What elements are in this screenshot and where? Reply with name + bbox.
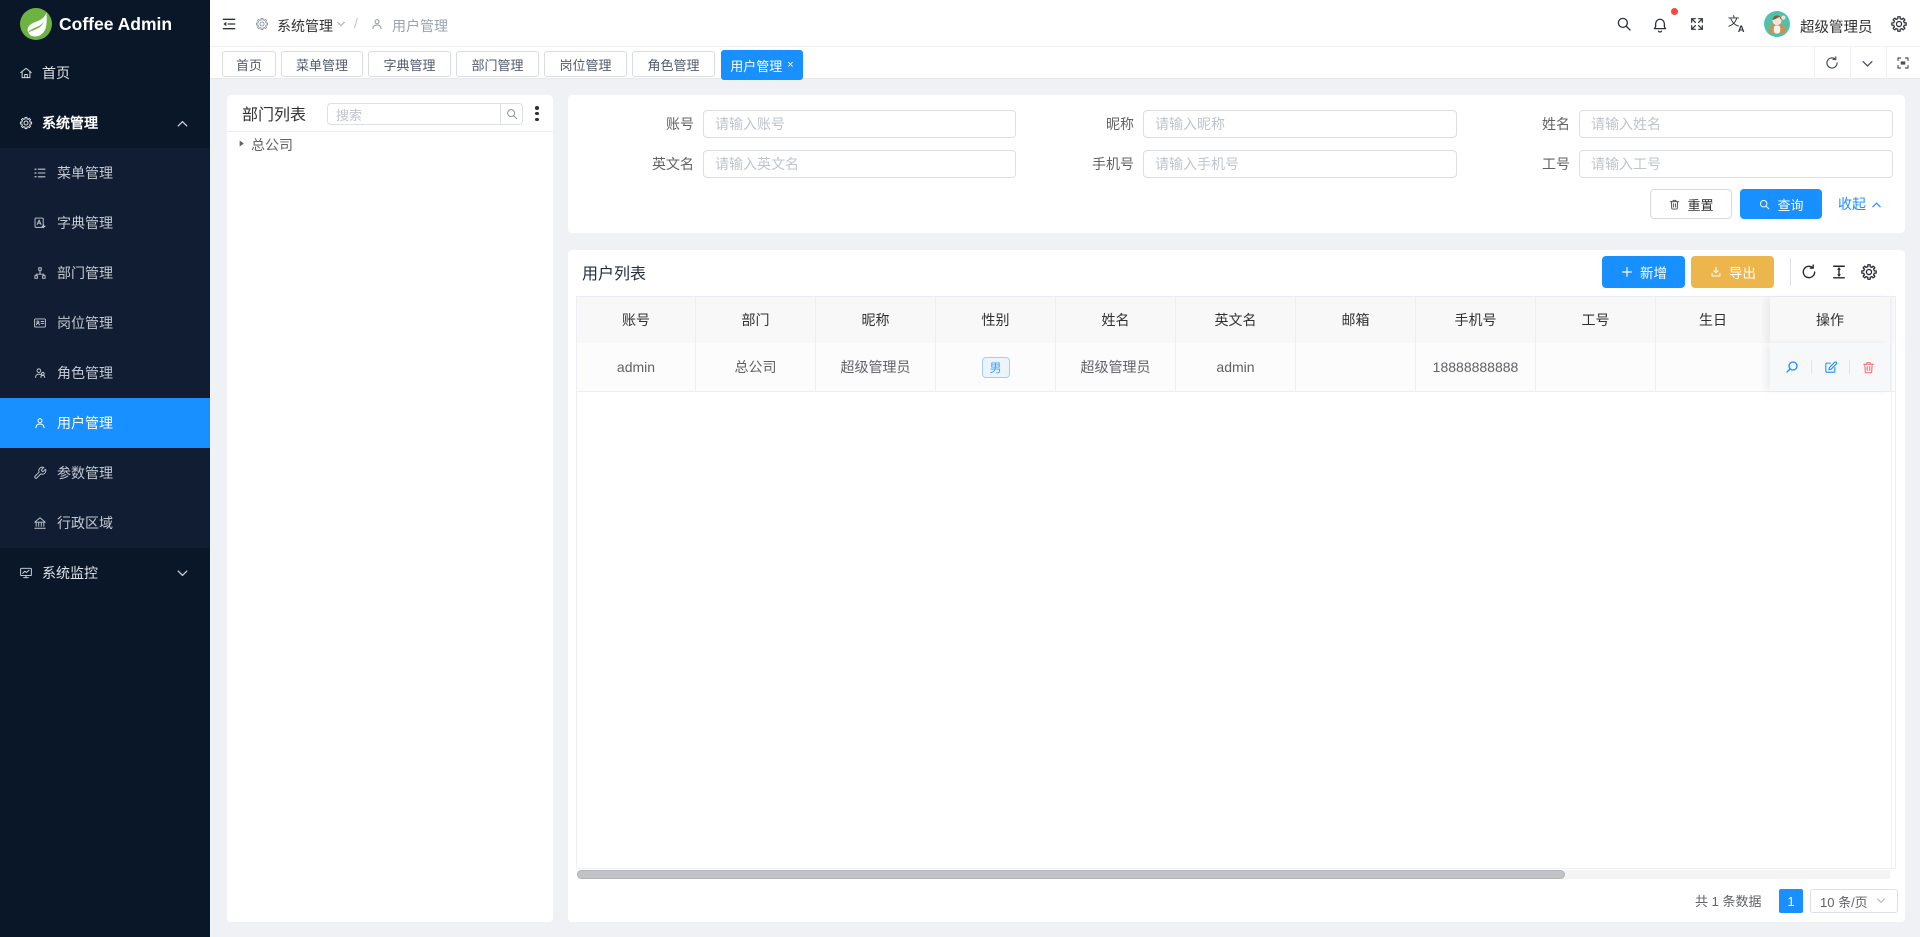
svg-text:A: A [1738, 24, 1745, 34]
